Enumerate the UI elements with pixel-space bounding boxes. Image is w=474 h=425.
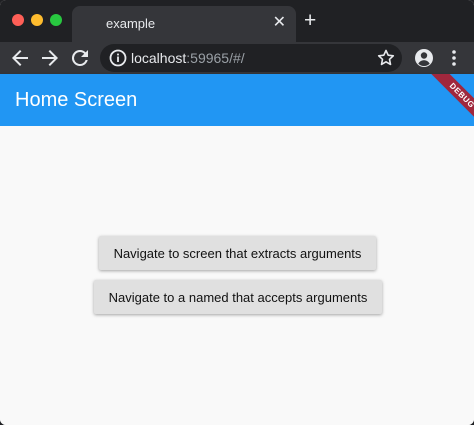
url-path: :59965/#/ [186,50,245,66]
app-bar: Home Screen DEBUG [0,74,474,129]
browser-window: example ✕ + localhost:59965/#/ Home Scre… [0,0,474,425]
account-icon[interactable] [412,46,436,70]
debug-banner-label: DEBUG [429,74,474,129]
reload-icon[interactable] [68,46,92,70]
browser-toolbar: localhost:59965/#/ [0,42,474,74]
info-icon[interactable] [106,46,130,70]
home-screen-body: Navigate to screen that extracts argumen… [0,126,474,425]
minimize-window-button[interactable] [31,14,43,26]
star-icon[interactable] [374,46,398,70]
more-vert-icon[interactable] [442,46,466,70]
url-host: localhost [131,50,187,66]
maximize-window-button[interactable] [50,14,62,26]
navigate-named-route-button[interactable]: Navigate to a named that accepts argumen… [94,280,382,314]
address-bar[interactable]: localhost:59965/#/ [100,44,402,72]
new-tab-icon[interactable]: + [304,10,316,31]
close-tab-icon[interactable]: ✕ [273,13,286,33]
debug-banner: DEBUG [414,74,474,134]
page-title: Home Screen [15,89,138,111]
back-arrow-icon[interactable] [8,46,32,70]
close-window-button[interactable] [12,14,24,26]
url-text: localhost:59965/#/ [131,50,245,66]
forward-arrow-icon[interactable] [38,46,62,70]
tab-strip: example ✕ + [0,0,474,42]
navigate-extract-arguments-button[interactable]: Navigate to screen that extracts argumen… [99,236,376,270]
tab-title: example [106,16,156,31]
browser-tab[interactable]: example ✕ [72,6,296,42]
